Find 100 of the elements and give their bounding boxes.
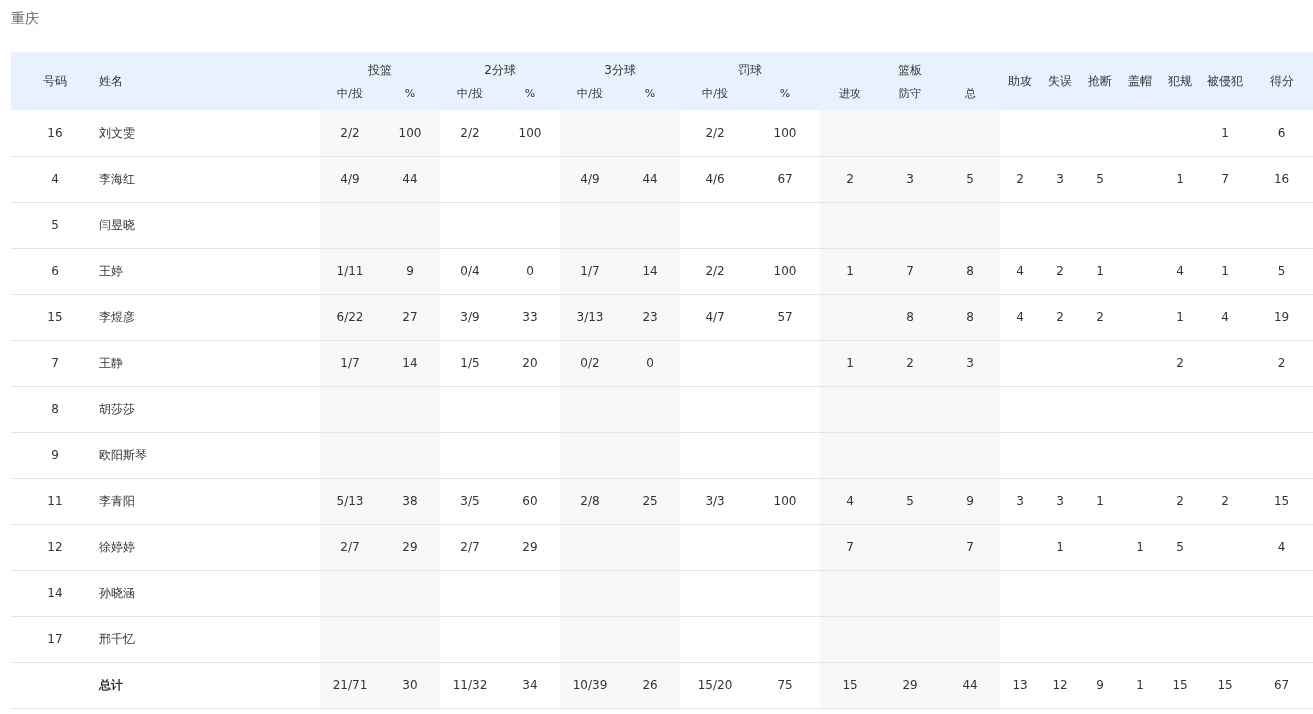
table-cell: 2 xyxy=(1160,340,1201,386)
table-cell: 1 xyxy=(1200,248,1251,294)
player-name: 李青阳 xyxy=(99,478,320,524)
table-cell: 16 xyxy=(11,110,99,156)
table-cell: 5 xyxy=(1250,248,1313,294)
column-group-header: 篮板 xyxy=(820,52,1001,82)
table-cell: 2/2 xyxy=(680,110,751,156)
column-subheader: % xyxy=(380,82,440,110)
table-cell: 6/22 xyxy=(320,294,380,340)
table-cell: 5 xyxy=(11,202,99,248)
column-header: 号码 xyxy=(11,52,99,110)
table-cell: 2 xyxy=(1040,248,1081,294)
column-header: 得分 xyxy=(1250,52,1313,110)
table-cell: 3 xyxy=(1040,156,1081,202)
table-cell: 4 xyxy=(1250,524,1313,570)
table-cell: 15 xyxy=(1250,478,1313,524)
column-subheader: 中/投 xyxy=(440,82,500,110)
table-cell: 30 xyxy=(380,662,440,708)
player-name: 邢千忆 xyxy=(99,616,320,662)
table-cell: 0/2 xyxy=(560,340,620,386)
table-cell: 100 xyxy=(500,110,560,156)
table-cell: 6 xyxy=(1250,110,1313,156)
column-group-header: 2分球 xyxy=(440,52,560,82)
table-cell: 2/2 xyxy=(320,110,380,156)
table-cell: 60 xyxy=(500,478,560,524)
table-cell: 3 xyxy=(1000,478,1041,524)
table-cell: 12 xyxy=(1040,662,1081,708)
table-cell: 4/6 xyxy=(680,156,751,202)
column-subheader: % xyxy=(750,82,821,110)
table-cell: 21/71 xyxy=(320,662,380,708)
table-cell: 44 xyxy=(940,662,1001,708)
table-cell: 29 xyxy=(500,524,560,570)
table-cell: 100 xyxy=(380,110,440,156)
column-subheader: 中/投 xyxy=(560,82,620,110)
player-name: 欧阳斯琴 xyxy=(99,432,320,478)
table-cell: 3 xyxy=(880,156,941,202)
table-cell: 0 xyxy=(500,248,560,294)
table-cell: 1/5 xyxy=(440,340,500,386)
table-cell: 2/2 xyxy=(680,248,751,294)
table-cell: 29 xyxy=(880,662,941,708)
table-cell: 38 xyxy=(380,478,440,524)
table-cell: 44 xyxy=(620,156,681,202)
table-cell: 4 xyxy=(11,156,99,202)
table-cell: 2 xyxy=(1200,478,1251,524)
table-cell: 14 xyxy=(620,248,681,294)
table-cell: 1/7 xyxy=(320,340,380,386)
table-cell: 26 xyxy=(620,662,681,708)
table-cell: 20 xyxy=(500,340,560,386)
table-cell: 19 xyxy=(1250,294,1313,340)
table-cell: 3/3 xyxy=(680,478,751,524)
table-cell: 15 xyxy=(1200,662,1251,708)
column-header: 失误 xyxy=(1040,52,1081,110)
table-cell: 67 xyxy=(1250,662,1313,708)
table-cell: 57 xyxy=(750,294,821,340)
table-cell: 2 xyxy=(1040,294,1081,340)
table-cell: 9 xyxy=(11,432,99,478)
table-cell: 5 xyxy=(1160,524,1201,570)
table-cell: 4 xyxy=(1160,248,1201,294)
player-name: 闫昱晓 xyxy=(99,202,320,248)
table-cell: 1 xyxy=(1160,156,1201,202)
table-cell: 1 xyxy=(820,340,881,386)
table-cell: 5 xyxy=(1080,156,1121,202)
table-cell: 7 xyxy=(1200,156,1251,202)
table-cell: 75 xyxy=(750,662,821,708)
table-cell: 2 xyxy=(1160,478,1201,524)
team-title: 重庆 xyxy=(11,10,39,26)
table-cell: 2 xyxy=(1080,294,1121,340)
table-cell: 1 xyxy=(1080,248,1121,294)
table-cell: 7 xyxy=(880,248,941,294)
table-cell: 9 xyxy=(380,248,440,294)
player-name: 李煜彦 xyxy=(99,294,320,340)
table-cell: 4 xyxy=(1200,294,1251,340)
table-cell: 23 xyxy=(620,294,681,340)
table-cell: 33 xyxy=(500,294,560,340)
table-cell: 2/8 xyxy=(560,478,620,524)
table-cell: 0 xyxy=(620,340,681,386)
table-cell: 4 xyxy=(1000,294,1041,340)
table-cell: 1 xyxy=(1120,524,1161,570)
table-cell: 2 xyxy=(880,340,941,386)
table-cell: 1 xyxy=(1160,294,1201,340)
table-cell: 7 xyxy=(820,524,881,570)
table-cell: 8 xyxy=(11,386,99,432)
table-cell: 13 xyxy=(1000,662,1041,708)
table-cell: 11/32 xyxy=(440,662,500,708)
column-subheader: 总 xyxy=(940,82,1001,110)
table-cell: 8 xyxy=(880,294,941,340)
table-cell: 9 xyxy=(1080,662,1121,708)
table-cell: 15 xyxy=(820,662,881,708)
table-cell: 3 xyxy=(940,340,1001,386)
column-subheader: 中/投 xyxy=(680,82,751,110)
player-name: 刘文雯 xyxy=(99,110,320,156)
table-cell: 1 xyxy=(1120,662,1161,708)
table-cell: 27 xyxy=(380,294,440,340)
player-name: 李海红 xyxy=(99,156,320,202)
table-cell: 11 xyxy=(11,478,99,524)
table-cell: 12 xyxy=(11,524,99,570)
table-cell: 8 xyxy=(940,248,1001,294)
table-cell: 4/9 xyxy=(320,156,380,202)
column-subheader: 防守 xyxy=(880,82,941,110)
table-cell: 67 xyxy=(750,156,821,202)
